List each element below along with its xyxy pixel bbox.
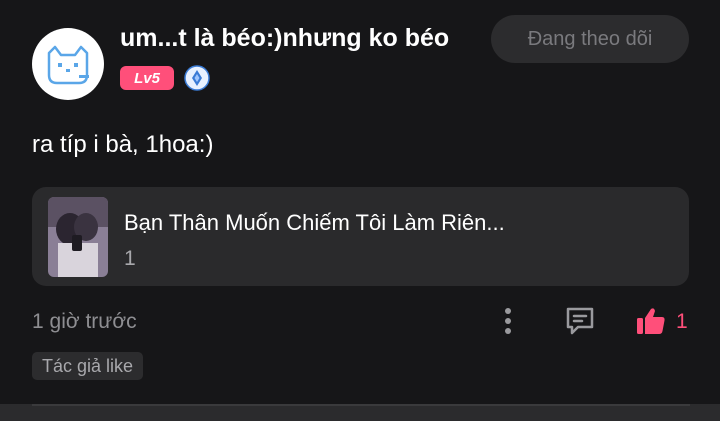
like-count: 1 (676, 310, 688, 333)
thumbs-up-icon[interactable] (634, 304, 668, 338)
book-chapter: 1 (124, 247, 136, 270)
more-options-icon[interactable] (497, 304, 519, 338)
footer-divider-line (32, 404, 690, 406)
verified-diamond-icon (184, 65, 210, 91)
following-button[interactable]: Đang theo dõi (491, 15, 689, 63)
book-cover-image (48, 197, 108, 277)
level-badge: Lv5 (120, 66, 174, 90)
user-avatar[interactable] (32, 28, 104, 100)
comment-card: um...t là béo:)nhưng ko béo Lv5 Đang the… (0, 0, 720, 404)
footer-divider-area (0, 404, 720, 421)
book-link-card[interactable]: Bạn Thân Muốn Chiếm Tôi Làm Riên... 1 (32, 187, 689, 286)
post-text: ra típ i bà, 1hoa:) (32, 131, 214, 158)
username[interactable]: um...t là béo:)nhưng ko béo (120, 24, 449, 53)
comment-icon[interactable] (563, 304, 597, 338)
comment-timestamp: 1 giờ trước (32, 310, 137, 333)
cat-avatar-icon (47, 45, 89, 85)
book-title: Bạn Thân Muốn Chiếm Tôi Làm Riên... (124, 210, 505, 235)
author-liked-tag: Tác giả like (32, 352, 144, 380)
